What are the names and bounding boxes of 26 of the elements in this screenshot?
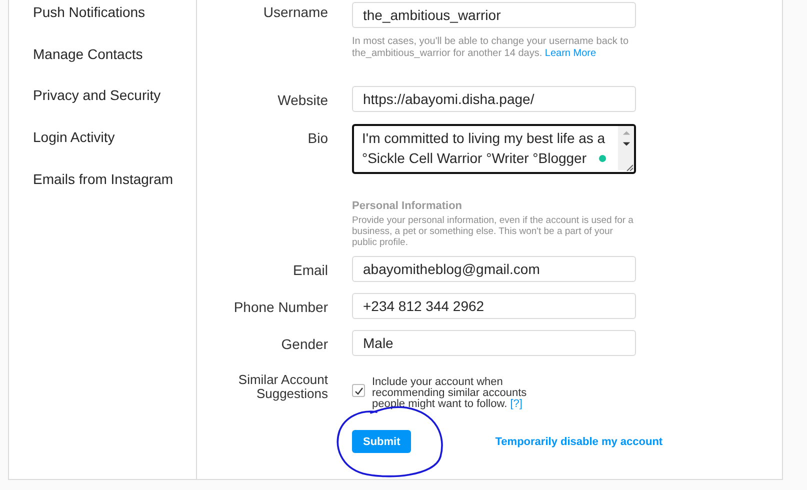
scrollbar[interactable] [618,126,634,170]
field-label: Username [263,4,328,20]
input-field[interactable]: +234 812 344 2962 [352,293,636,319]
sidebar-item[interactable]: Emails from Instagram [31,168,196,210]
sidebar-item[interactable]: Push Notifications [31,2,196,44]
bio-field[interactable]: I'm committed to living my best life as a °Sickle Cell Warrior °Writer °Blogger [352,124,636,174]
username-hint: In most cases, you'll be able to change your username back to the_ambitious_warrior for another 14 days. Learn More [352,36,630,60]
sidebar-item[interactable]: Manage Contacts [31,44,196,86]
sidebar-item[interactable]: Privacy and Security [31,85,196,128]
field-label: Bio [308,130,328,146]
field-label: Email [292,262,328,278]
checkbox[interactable] [352,384,365,397]
sidebar-item[interactable]: Login Activity [31,127,196,169]
field-label: Similar Account Suggestions [237,373,328,401]
section-description: Provide your personal information, even if the account is used for a business, a pet or something else. This won't be a part of your public profile. [352,215,634,248]
input-field[interactable]: abayomitheblog@gmail.com [352,256,636,282]
input-field[interactable]: Male [352,330,636,356]
field-label: Gender [281,336,328,352]
website-field[interactable]: https://abayomi.disha.page/ [352,86,636,112]
section-heading: Personal Information [352,200,464,212]
scroll-down-icon[interactable] [622,141,630,147]
resize-grip-icon[interactable] [625,163,633,171]
field-label: Website [278,92,328,108]
status-dot-icon [599,155,606,162]
username-field[interactable]: the_ambitious_warrior [352,2,636,28]
field-label: Phone Number [234,299,328,315]
